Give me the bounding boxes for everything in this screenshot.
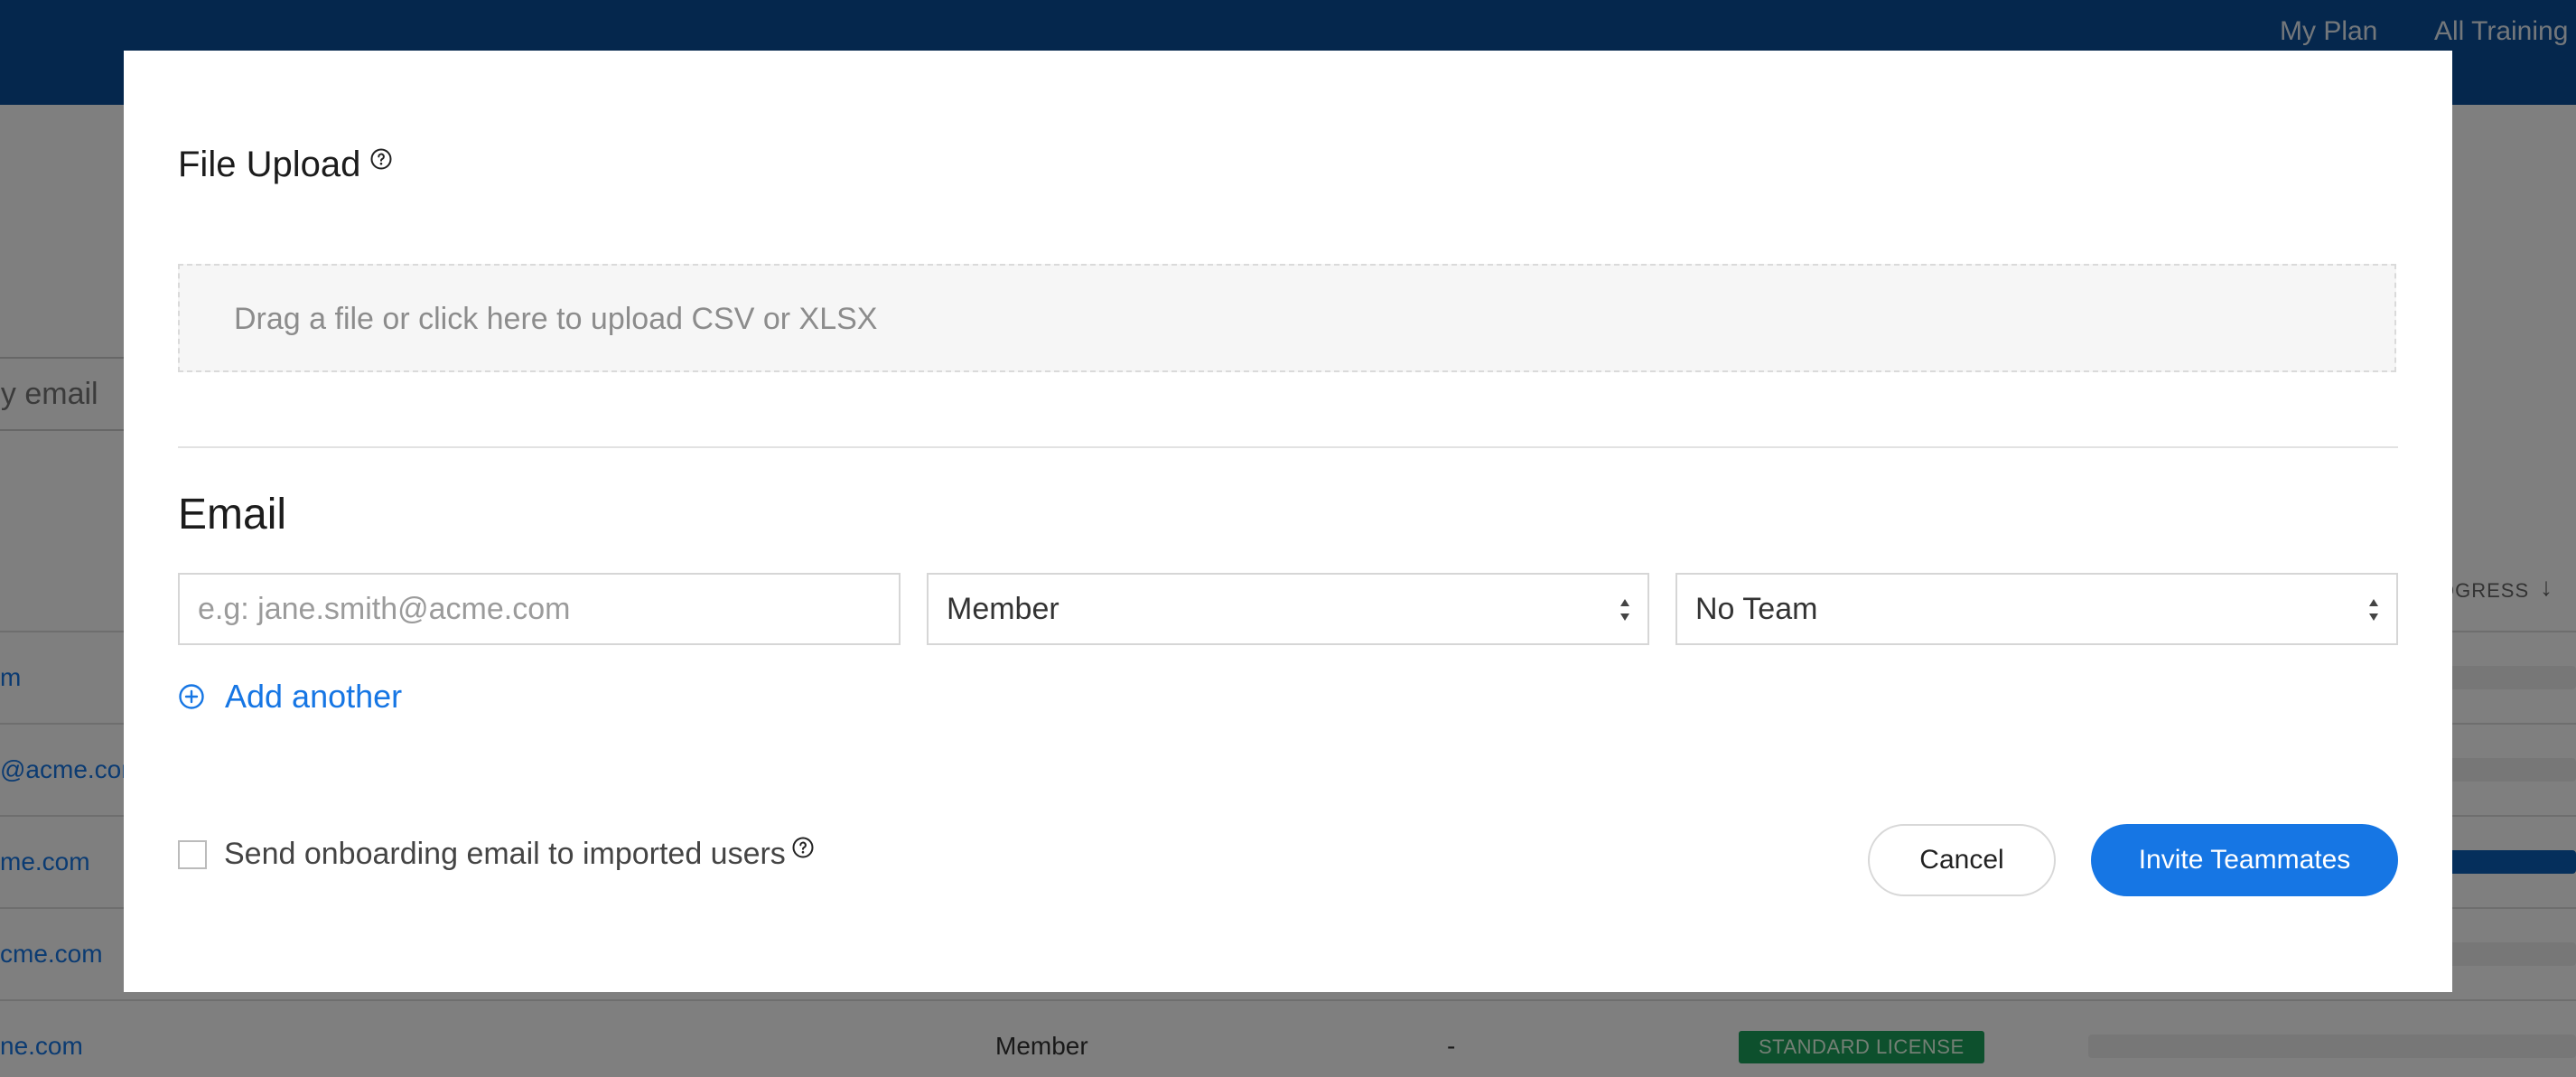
sort-arrows-icon [2369,599,2378,621]
plus-circle-icon [179,684,204,709]
email-input[interactable] [178,573,901,645]
invite-teammates-button[interactable]: Invite Teammates [2091,824,2398,896]
question-circle-icon[interactable] [792,837,814,858]
role-select[interactable]: Member [927,573,1649,645]
email-section-title: Email [178,491,287,538]
onboarding-email-label[interactable]: Send onboarding email to imported users [224,837,786,872]
role-select-value: Member [947,591,1059,626]
cancel-button[interactable]: Cancel [1868,824,2056,896]
file-upload-title: File Upload [178,145,361,184]
section-divider [178,446,2398,448]
dropzone-text: Drag a file or click here to upload CSV … [234,302,878,336]
team-select-value: No Team [1695,591,1818,626]
sort-arrows-icon [1620,599,1629,621]
file-dropzone[interactable]: Drag a file or click here to upload CSV … [178,264,2396,372]
onboarding-email-checkbox[interactable] [178,840,207,869]
invite-teammates-modal: File Upload Drag a file or click here to… [124,51,2452,992]
add-another-button[interactable]: Add another [178,678,402,716]
add-another-label: Add another [225,678,403,715]
question-circle-icon[interactable] [370,148,392,170]
team-select[interactable]: No Team [1675,573,2398,645]
